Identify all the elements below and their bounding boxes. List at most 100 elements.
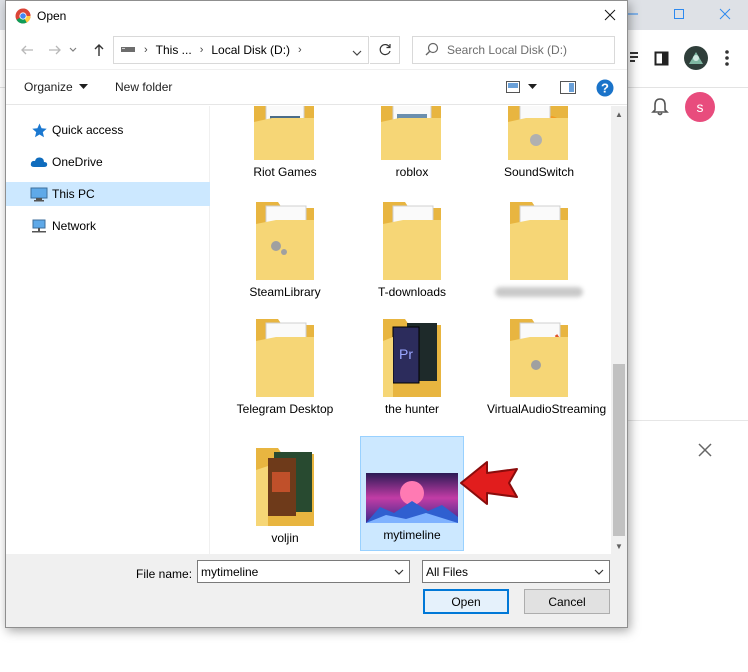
close-icon[interactable] (698, 443, 712, 460)
sidebar-toggle-icon[interactable] (654, 51, 670, 70)
breadcrumb-local-disk[interactable]: Local Disk (D:) (211, 43, 290, 57)
media-icon[interactable] (628, 50, 640, 69)
folder-riot-games[interactable]: Riot Games (233, 106, 337, 184)
file-type-select[interactable]: All Files (422, 560, 610, 583)
file-list: Riot Games roblox SoundSwitch SteamLibra… (211, 106, 611, 554)
help-button[interactable]: ? (596, 79, 614, 97)
recent-locations-button[interactable] (66, 39, 80, 61)
close-icon (604, 9, 616, 21)
cancel-button[interactable]: Cancel (524, 589, 610, 614)
sidebar-item-quick-access[interactable]: Quick access (6, 118, 210, 142)
folder-roblox[interactable]: roblox (360, 106, 464, 184)
close-icon[interactable] (702, 0, 748, 28)
view-icon (506, 81, 520, 93)
chevron-down-icon (352, 50, 362, 56)
folder-icon (510, 202, 568, 280)
breadcrumb-separator-icon: › (144, 44, 148, 56)
file-label: roblox (395, 165, 429, 179)
sidebar-item-network[interactable]: Network (6, 214, 210, 238)
file-mytimeline[interactable]: mytimeline (360, 436, 464, 551)
image-thumbnail-icon (366, 473, 458, 523)
folder-telegram-desktop[interactable]: Telegram Desktop (233, 313, 337, 437)
folder-soundswitch[interactable]: SoundSwitch (487, 106, 591, 184)
file-name-value: mytimeline (201, 564, 259, 579)
refresh-button[interactable] (370, 36, 400, 64)
file-label: T-downloads (377, 285, 447, 299)
folder-voljin[interactable]: voljin (233, 442, 337, 554)
chevron-down-icon (594, 569, 604, 575)
folder-icon (510, 319, 568, 397)
sidebar-item-label: This PC (52, 187, 95, 201)
computer-icon (30, 186, 48, 202)
new-folder-button[interactable]: New folder (115, 80, 172, 94)
cancel-button-label: Cancel (548, 594, 586, 609)
navigation-bar: › This ... › Local Disk (D:) › Search Lo… (6, 31, 627, 69)
caret-down-icon (528, 84, 537, 89)
breadcrumb-separator-icon: › (298, 44, 302, 56)
scroll-up-icon[interactable]: ▲ (611, 106, 627, 122)
address-history-dropdown[interactable] (352, 46, 362, 60)
open-button-label: Open (451, 594, 481, 609)
maximize-icon[interactable] (656, 0, 702, 28)
scrollbar-thumb[interactable] (613, 364, 625, 536)
file-label: voljin (271, 531, 299, 545)
avatar[interactable]: s (685, 92, 715, 122)
chevron-down-icon (394, 569, 404, 575)
folder-steamlibrary[interactable]: SteamLibrary (233, 196, 337, 302)
profile-extension-icon[interactable] (684, 46, 708, 70)
open-button[interactable]: Open (423, 589, 509, 614)
search-input[interactable]: Search Local Disk (D:) (412, 36, 615, 64)
up-button[interactable] (87, 39, 111, 61)
organize-button[interactable]: Organize (24, 80, 88, 94)
organize-label: Organize (24, 80, 73, 94)
refresh-icon (379, 43, 391, 56)
forward-button[interactable] (43, 39, 67, 61)
notifications-icon[interactable] (651, 96, 669, 119)
command-bar: Organize New folder ? (6, 69, 627, 105)
menu-icon[interactable] (724, 49, 730, 70)
address-bar[interactable]: › This ... › Local Disk (D:) › (113, 36, 369, 64)
file-label: Telegram Desktop (236, 402, 334, 416)
search-icon (425, 42, 439, 59)
caret-down-icon (78, 84, 88, 89)
folder-icon (256, 448, 314, 526)
cloud-icon (30, 154, 48, 170)
back-button[interactable] (15, 39, 39, 61)
scroll-down-icon[interactable]: ▼ (611, 538, 627, 554)
background-panel (628, 420, 748, 672)
preview-pane-icon (560, 81, 576, 94)
drive-icon (120, 43, 136, 57)
sidebar-item-this-pc[interactable]: This PC (6, 182, 210, 206)
sidebar-item-label: OneDrive (52, 155, 103, 169)
red-arrow-icon (458, 458, 522, 511)
blurred-file-label (495, 287, 583, 297)
help-icon: ? (596, 79, 614, 97)
folder-icon (381, 106, 441, 160)
breadcrumb-separator-icon: › (199, 44, 204, 56)
dialog-title: Open (37, 9, 67, 23)
up-arrow-icon (94, 44, 104, 56)
sidebar-item-onedrive[interactable]: OneDrive (6, 150, 210, 174)
file-name-input[interactable]: mytimeline (197, 560, 410, 583)
dialog-close-button[interactable] (593, 1, 627, 29)
new-folder-label: New folder (115, 80, 173, 94)
chevron-down-icon (69, 47, 77, 52)
folder-the-hunter[interactable]: Pr the hunter (360, 313, 464, 437)
folder-t-downloads[interactable]: T-downloads (360, 196, 464, 302)
folder-blurred[interactable] (487, 196, 591, 302)
folder-virtualaudiostreaming[interactable]: VirtualAudioStreaming (487, 313, 607, 437)
sidebar-item-label: Quick access (52, 123, 124, 137)
file-name-dropdown[interactable] (389, 561, 409, 582)
search-placeholder: Search Local Disk (D:) (447, 43, 568, 57)
preview-pane-button[interactable] (560, 81, 576, 94)
vertical-scrollbar[interactable]: ▲ ▼ (611, 106, 627, 554)
file-label: the hunter (384, 402, 440, 416)
view-options-button[interactable] (506, 81, 537, 93)
file-label: VirtualAudioStreaming (487, 402, 607, 416)
breadcrumb-this-pc[interactable]: This ... (156, 43, 192, 57)
folder-icon (508, 106, 568, 160)
folder-icon (254, 106, 314, 160)
dialog-footer: File name: mytimeline All Files Open Can… (6, 554, 627, 627)
dialog-titlebar: Open (6, 1, 627, 31)
file-type-dropdown[interactable] (589, 561, 609, 582)
